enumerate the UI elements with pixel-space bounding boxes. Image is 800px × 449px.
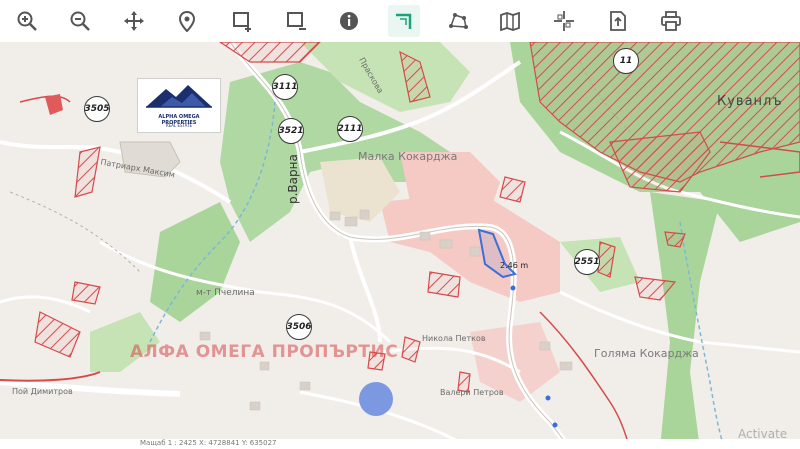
parcel-badge[interactable]: 3505	[84, 96, 110, 122]
parcel-badge[interactable]: 2551	[574, 249, 600, 275]
measurement-label: 2.46 m	[500, 261, 529, 270]
parcel-badge[interactable]: 3506	[286, 314, 312, 340]
map-toolbar	[0, 0, 800, 43]
pan-icon	[124, 11, 144, 31]
info-button[interactable]	[333, 5, 365, 37]
parcel-marker	[552, 422, 558, 428]
street-label-valeri-petrov: Валери Петров	[440, 388, 504, 397]
info-icon	[340, 12, 358, 30]
map-view[interactable]: Малка Кокарджа Куванлъ Голяма Кокарджа р…	[0, 42, 800, 449]
street-label-nikola-petkov: Никола Петков	[422, 334, 486, 343]
parcel-badge[interactable]: 3111	[272, 74, 298, 100]
remove-rectangle-icon	[287, 12, 306, 30]
status-bar: Мащаб 1 : 2425 X: 4728841 Y: 635027	[0, 439, 800, 449]
parcel-badge[interactable]: 3521	[278, 118, 304, 144]
print-button[interactable]	[655, 5, 687, 37]
measure-distance-button[interactable]	[388, 5, 420, 37]
measure-area-icon	[449, 13, 468, 29]
zoom-out-button[interactable]	[64, 5, 96, 37]
parcel-badge[interactable]: 11	[613, 48, 639, 74]
logo-subtitle: REAL ESTATE	[165, 123, 193, 128]
place-label-malka-kokardzha: Малка Кокарджа	[358, 150, 458, 163]
location-pin-icon	[178, 10, 196, 32]
place-label-kuvanlak: Куванлъ	[717, 94, 783, 109]
river-label-varna: р.Варна	[286, 154, 300, 204]
export-icon	[610, 11, 626, 31]
coordinates-button[interactable]	[548, 5, 580, 37]
export-button[interactable]	[602, 5, 634, 37]
pan-button[interactable]	[118, 5, 150, 37]
map-layers-icon	[500, 11, 520, 32]
location-pin-button[interactable]	[171, 5, 203, 37]
position-marker	[359, 382, 393, 416]
add-rectangle-icon	[233, 12, 251, 32]
zoom-in-icon	[17, 11, 37, 31]
company-logo: ALPHA OMEGA PROPERTIES REAL ESTATE	[137, 78, 221, 133]
parcel-marker	[510, 285, 516, 291]
coordinates-readout: Мащаб 1 : 2425 X: 4728841 Y: 635027	[140, 439, 277, 447]
measure-distance-icon	[396, 13, 412, 29]
remove-rectangle-button[interactable]	[280, 5, 312, 37]
zoom-in-button[interactable]	[11, 5, 43, 37]
add-rectangle-button[interactable]	[226, 5, 258, 37]
place-label-golyama-kokardzha: Голяма Кокарджа	[594, 347, 699, 360]
area-label-pchelina: м-т Пчелина	[196, 288, 255, 298]
street-label-poy-dimitrov: Пой Димитров	[12, 387, 73, 396]
restricted-zone	[427, 271, 461, 298]
parcel-badge[interactable]: 2111	[337, 116, 363, 142]
watermark-text: АЛФА ОМЕГА ПРОПЪРТИС	[130, 342, 399, 362]
restricted-zone	[499, 176, 526, 203]
print-icon	[661, 11, 681, 31]
map-canvas[interactable]	[0, 42, 800, 449]
measure-area-button[interactable]	[442, 5, 474, 37]
zoom-out-icon	[70, 11, 90, 31]
parcel-marker	[545, 395, 551, 401]
coordinates-icon	[554, 11, 574, 31]
map-layers-button[interactable]	[494, 5, 526, 37]
